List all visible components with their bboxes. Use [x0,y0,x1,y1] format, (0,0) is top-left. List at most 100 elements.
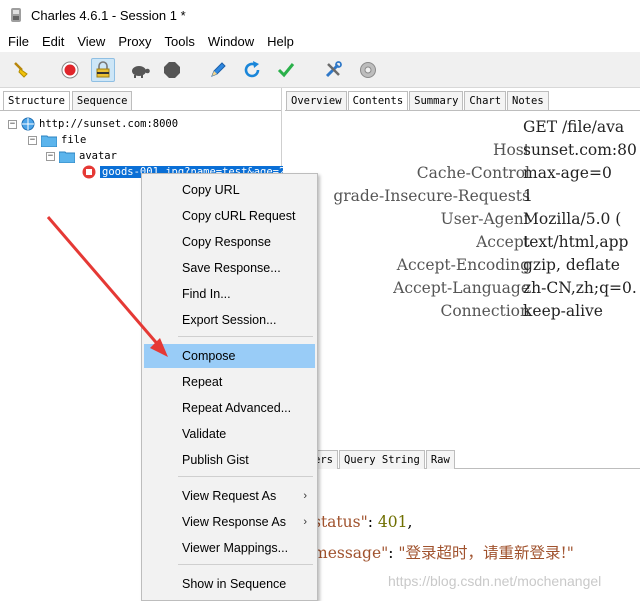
folder-icon [41,135,57,147]
menu-help[interactable]: Help [267,34,294,49]
window-title: Charles 4.6.1 - Session 1 * [31,7,186,23]
header-name: Accept-Language [393,279,530,297]
tools-button[interactable] [321,58,345,82]
watermark: https://blog.csdn.net/mochenangel [388,573,602,589]
menu-item-view-request-as[interactable]: View Request As › [144,484,315,508]
json-comma: , [407,513,413,531]
collapse-icon[interactable]: − [28,135,37,145]
menu-item-repeat[interactable]: Repeat [144,370,315,394]
header-value: Mozilla/5.0 ( [523,210,622,228]
submenu-arrow-icon: › [303,516,307,528]
menu-item-viewer-mappings[interactable]: Viewer Mappings... [144,536,315,560]
tree-node-avatar[interactable]: − avatar [46,148,117,164]
menu-item-view-response-as[interactable]: View Response As › [144,510,315,534]
menu-item-copy-response[interactable]: Copy Response [144,230,315,254]
refresh-button[interactable] [240,58,264,82]
record-button[interactable] [58,58,82,82]
tab-summary[interactable]: Summary [409,91,464,110]
menu-item-show-in-sequence[interactable]: Show in Sequence [144,572,315,596]
turtle-button[interactable] [128,58,152,82]
menu-item-copy-curl[interactable]: Copy cURL Request [144,204,315,228]
tab-structure[interactable]: Structure [3,91,70,110]
detail-pane: Overview Contents Summary Chart Notes GE… [283,88,640,601]
tab-sequence[interactable]: Sequence [71,91,133,110]
refresh-icon [244,61,260,78]
menu-item-find-in[interactable]: Find In... [144,282,315,306]
request-line-row: GET /file/ava [285,118,640,141]
tab-chart[interactable]: Chart [464,91,507,110]
menu-edit[interactable]: Edit [42,34,64,49]
tab-raw[interactable]: Raw [425,450,455,469]
toolbar [0,52,640,88]
header-row[interactable]: User-Agent Mozilla/5.0 ( [285,210,640,233]
header-name: Cache-Control [416,164,530,182]
header-value: 1 [523,187,533,205]
header-row[interactable]: Accept-Language zh-CN,zh;q=0. [285,279,640,302]
title-bar: Charles 4.6.1 - Session 1 * [0,0,640,30]
header-name: User-Agent [440,210,530,228]
folder-icon [59,151,75,163]
menu-item-label: View Response As [182,515,286,529]
validate-button[interactable] [274,58,298,82]
header-name: Connection [440,302,530,320]
menu-item-copy-url[interactable]: Copy URL [144,178,315,202]
menu-view[interactable]: View [77,34,105,49]
header-value: sunset.com:80 [523,141,637,159]
menu-separator [178,476,313,477]
left-tabs: Structure Sequence [3,91,134,110]
collapse-icon[interactable]: − [8,119,17,129]
json-line-message: message": "登录超时，请重新登录!" [313,541,574,563]
json-key: message" [313,544,389,562]
header-value: gzip, deflate [523,256,620,274]
header-row[interactable]: Host sunset.com:80 [285,141,640,164]
header-row[interactable]: grade-Insecure-Requests 1 [285,187,640,210]
header-row[interactable]: Cache-Control max-age=0 [285,164,640,187]
broom-button[interactable] [9,58,33,82]
header-row[interactable]: Connection keep-alive [285,302,640,325]
tab-contents[interactable]: Contents [347,91,409,110]
settings-icon [360,62,376,78]
pen-icon [211,62,226,77]
stop-button[interactable] [160,58,184,82]
menu-item-save-response[interactable]: Save Response... [144,256,315,280]
json-key: status" [313,513,368,531]
tab-query-string[interactable]: Query String [338,450,425,469]
turtle-icon [132,66,150,78]
header-name: Host [492,141,530,159]
tree-avatar-label: avatar [79,150,117,162]
stop-icon [164,62,180,78]
detail-tabs: Overview Contents Summary Chart Notes [286,91,550,110]
menu-tools[interactable]: Tools [165,34,195,49]
menu-proxy[interactable]: Proxy [118,34,151,49]
tree-node-host[interactable]: − http://sunset.com:8000 [8,116,178,132]
menu-item-repeat-advanced[interactable]: Repeat Advanced... [144,396,315,420]
throttle-button[interactable] [91,58,115,82]
collapse-icon[interactable]: − [46,151,55,161]
header-value: max-age=0 [523,164,612,182]
json-colon: : [388,544,399,562]
menu-item-compose[interactable]: Compose [144,344,315,368]
menu-bar: File Edit View Proxy Tools Window Help [0,30,640,52]
menu-window[interactable]: Window [208,34,254,49]
error-request-icon [82,165,96,179]
json-number: 401 [377,513,408,531]
menu-item-publish-gist[interactable]: Publish Gist [144,448,315,472]
header-row[interactable]: Accept text/html,app [285,233,640,256]
tab-overview[interactable]: Overview [286,91,347,110]
throttle-icon [96,61,110,78]
tab-notes[interactable]: Notes [507,91,549,110]
request-headers-table: GET /file/ava Host sunset.com:80 Cache-C… [285,110,640,450]
record-icon [61,61,79,79]
menu-separator [178,564,313,565]
globe-icon [21,117,35,131]
settings-button[interactable] [356,58,380,82]
menu-file[interactable]: File [8,34,29,49]
edit-button[interactable] [206,58,230,82]
menu-item-validate[interactable]: Validate [144,422,315,446]
json-string: "登录超时，请重新登录!" [398,544,574,562]
header-row[interactable]: Accept-Encoding gzip, deflate [285,256,640,279]
tools-icon [325,61,342,78]
check-icon [277,63,295,78]
menu-item-export-session[interactable]: Export Session... [144,308,315,332]
tree-node-file[interactable]: − file [28,132,86,148]
